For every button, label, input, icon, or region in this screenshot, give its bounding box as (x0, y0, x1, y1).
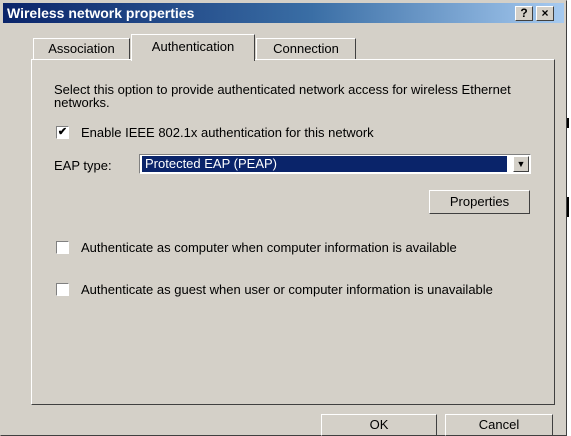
background-window-edge (567, 197, 569, 217)
auth-as-guest-checkbox[interactable] (56, 283, 69, 296)
eap-type-select[interactable]: Protected EAP (PEAP) ▼ (139, 154, 531, 174)
chevron-down-icon[interactable]: ▼ (513, 156, 529, 172)
properties-button[interactable]: Properties (429, 190, 530, 214)
background-window-edge (567, 118, 569, 128)
enable-8021x-checkbox[interactable]: ✔ (56, 126, 69, 139)
eap-type-label: EAP type: (54, 158, 112, 173)
checkmark-icon: ✔ (57, 126, 68, 138)
description-text: Select this option to provide authentica… (54, 82, 511, 110)
tab-authentication[interactable]: Authentication (131, 34, 255, 61)
wireless-properties-dialog: Wireless network properties ? × Associat… (0, 0, 567, 436)
enable-8021x-label: Enable IEEE 802.1x authentication for th… (81, 125, 374, 140)
cancel-button[interactable]: Cancel (445, 414, 553, 436)
tab-label: Association (48, 41, 115, 56)
eap-type-value: Protected EAP (PEAP) (142, 156, 507, 172)
close-button[interactable]: × (536, 6, 554, 21)
tab-connection[interactable]: Connection (256, 38, 356, 60)
auth-as-computer-label: Authenticate as computer when computer i… (81, 240, 457, 255)
tab-label: Authentication (151, 39, 235, 54)
title-bar[interactable]: Wireless network properties ? × (3, 3, 564, 23)
help-button[interactable]: ? (515, 6, 533, 21)
auth-as-guest-label: Authenticate as guest when user or compu… (81, 282, 493, 297)
tab-label: Connection (273, 41, 339, 56)
window-title: Wireless network properties (7, 5, 195, 21)
authentication-panel (31, 59, 555, 405)
tab-association[interactable]: Association (33, 38, 130, 60)
ok-button[interactable]: OK (321, 414, 437, 436)
auth-as-computer-checkbox[interactable] (56, 241, 69, 254)
